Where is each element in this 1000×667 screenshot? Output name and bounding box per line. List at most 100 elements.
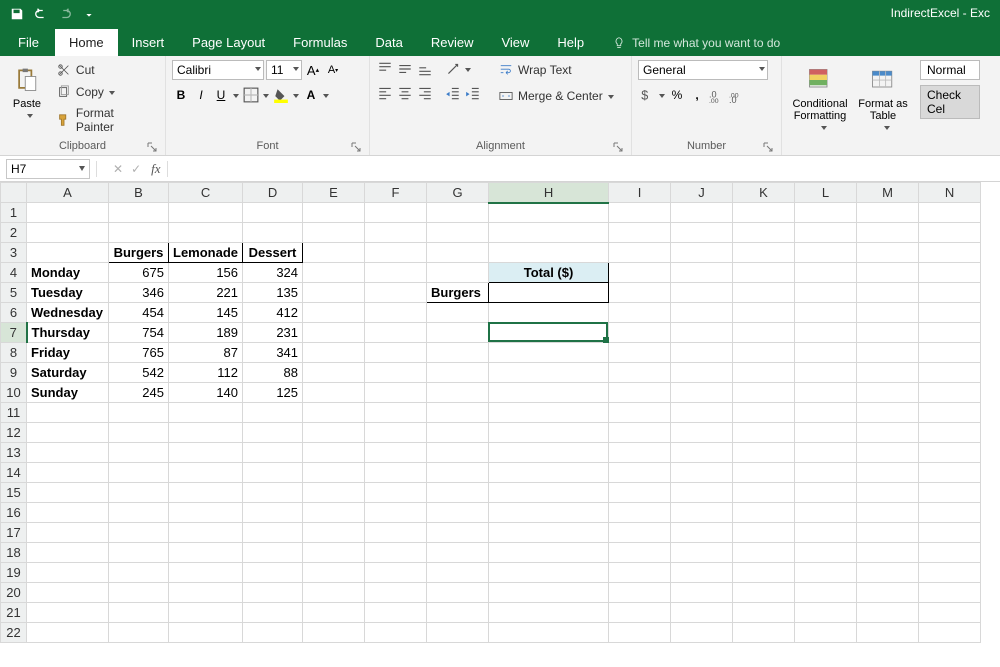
cell-J5[interactable] [671, 283, 733, 303]
cell-H1[interactable] [489, 203, 609, 223]
enter-formula-icon[interactable]: ✓ [131, 162, 141, 176]
cell-D19[interactable] [243, 563, 303, 583]
cell-H7[interactable] [489, 323, 609, 343]
cell-F6[interactable] [365, 303, 427, 323]
cell-E12[interactable] [303, 423, 365, 443]
cell-H18[interactable] [489, 543, 609, 563]
cell-D3[interactable]: Dessert [243, 243, 303, 263]
format-painter-button[interactable]: Format Painter [52, 104, 159, 136]
cell-L2[interactable] [795, 223, 857, 243]
increase-decimal-icon[interactable]: .0.00 [708, 86, 726, 104]
cell-M1[interactable] [857, 203, 919, 223]
align-bottom-icon[interactable] [416, 60, 434, 78]
cell-H14[interactable] [489, 463, 609, 483]
row-header-8[interactable]: 8 [1, 343, 27, 363]
cell-F10[interactable] [365, 383, 427, 403]
cell-J20[interactable] [671, 583, 733, 603]
cell-G13[interactable] [427, 443, 489, 463]
cell-C1[interactable] [169, 203, 243, 223]
cell-G22[interactable] [427, 623, 489, 643]
row-header-19[interactable]: 19 [1, 563, 27, 583]
cell-E4[interactable] [303, 263, 365, 283]
cell-E22[interactable] [303, 623, 365, 643]
row-header-3[interactable]: 3 [1, 243, 27, 263]
undo-icon[interactable] [30, 3, 52, 25]
cell-F20[interactable] [365, 583, 427, 603]
cell-C22[interactable] [169, 623, 243, 643]
cell-G6[interactable] [427, 303, 489, 323]
cell-N10[interactable] [919, 383, 981, 403]
cell-J12[interactable] [671, 423, 733, 443]
cell-D11[interactable] [243, 403, 303, 423]
tab-formulas[interactable]: Formulas [279, 29, 361, 56]
decrease-indent-icon[interactable] [444, 84, 462, 102]
decrease-decimal-icon[interactable]: .00.0 [728, 86, 746, 104]
cell-I21[interactable] [609, 603, 671, 623]
cell-N13[interactable] [919, 443, 981, 463]
cell-B3[interactable]: Burgers [109, 243, 169, 263]
cell-E15[interactable] [303, 483, 365, 503]
cell-L8[interactable] [795, 343, 857, 363]
cell-N3[interactable] [919, 243, 981, 263]
cell-E17[interactable] [303, 523, 365, 543]
cell-C18[interactable] [169, 543, 243, 563]
cell-J1[interactable] [671, 203, 733, 223]
cell-M21[interactable] [857, 603, 919, 623]
cell-F2[interactable] [365, 223, 427, 243]
cell-M12[interactable] [857, 423, 919, 443]
cell-J4[interactable] [671, 263, 733, 283]
cell-D18[interactable] [243, 543, 303, 563]
row-header-20[interactable]: 20 [1, 583, 27, 603]
increase-indent-icon[interactable] [464, 84, 482, 102]
cell-L6[interactable] [795, 303, 857, 323]
row-header-15[interactable]: 15 [1, 483, 27, 503]
cell-K15[interactable] [733, 483, 795, 503]
cancel-formula-icon[interactable]: ✕ [113, 162, 123, 176]
cell-K21[interactable] [733, 603, 795, 623]
align-left-icon[interactable] [376, 84, 394, 102]
cell-E9[interactable] [303, 363, 365, 383]
cell-H16[interactable] [489, 503, 609, 523]
cell-D4[interactable]: 324 [243, 263, 303, 283]
cell-A8[interactable]: Friday [27, 343, 109, 363]
cell-K7[interactable] [733, 323, 795, 343]
cell-E21[interactable] [303, 603, 365, 623]
cell-K9[interactable] [733, 363, 795, 383]
cell-L3[interactable] [795, 243, 857, 263]
cell-E20[interactable] [303, 583, 365, 603]
row-header-18[interactable]: 18 [1, 543, 27, 563]
cell-M3[interactable] [857, 243, 919, 263]
cell-H10[interactable] [489, 383, 609, 403]
cell-G8[interactable] [427, 343, 489, 363]
cell-M5[interactable] [857, 283, 919, 303]
cell-D2[interactable] [243, 223, 303, 243]
cell-K14[interactable] [733, 463, 795, 483]
cell-L5[interactable] [795, 283, 857, 303]
cell-E19[interactable] [303, 563, 365, 583]
cell-D15[interactable] [243, 483, 303, 503]
cell-J10[interactable] [671, 383, 733, 403]
cell-C6[interactable]: 145 [169, 303, 243, 323]
cell-B17[interactable] [109, 523, 169, 543]
number-format-select[interactable]: General [638, 60, 768, 80]
cell-K8[interactable] [733, 343, 795, 363]
col-header-N[interactable]: N [919, 183, 981, 203]
cell-C14[interactable] [169, 463, 243, 483]
align-center-icon[interactable] [396, 84, 414, 102]
cell-J15[interactable] [671, 483, 733, 503]
cell-L22[interactable] [795, 623, 857, 643]
cell-N7[interactable] [919, 323, 981, 343]
cell-A6[interactable]: Wednesday [27, 303, 109, 323]
row-header-11[interactable]: 11 [1, 403, 27, 423]
cell-N4[interactable] [919, 263, 981, 283]
cell-D5[interactable]: 135 [243, 283, 303, 303]
cell-G11[interactable] [427, 403, 489, 423]
cell-D10[interactable]: 125 [243, 383, 303, 403]
tab-insert[interactable]: Insert [118, 29, 179, 56]
cell-I22[interactable] [609, 623, 671, 643]
cell-G19[interactable] [427, 563, 489, 583]
cell-L16[interactable] [795, 503, 857, 523]
cell-C11[interactable] [169, 403, 243, 423]
cell-B4[interactable]: 675 [109, 263, 169, 283]
row-header-10[interactable]: 10 [1, 383, 27, 403]
